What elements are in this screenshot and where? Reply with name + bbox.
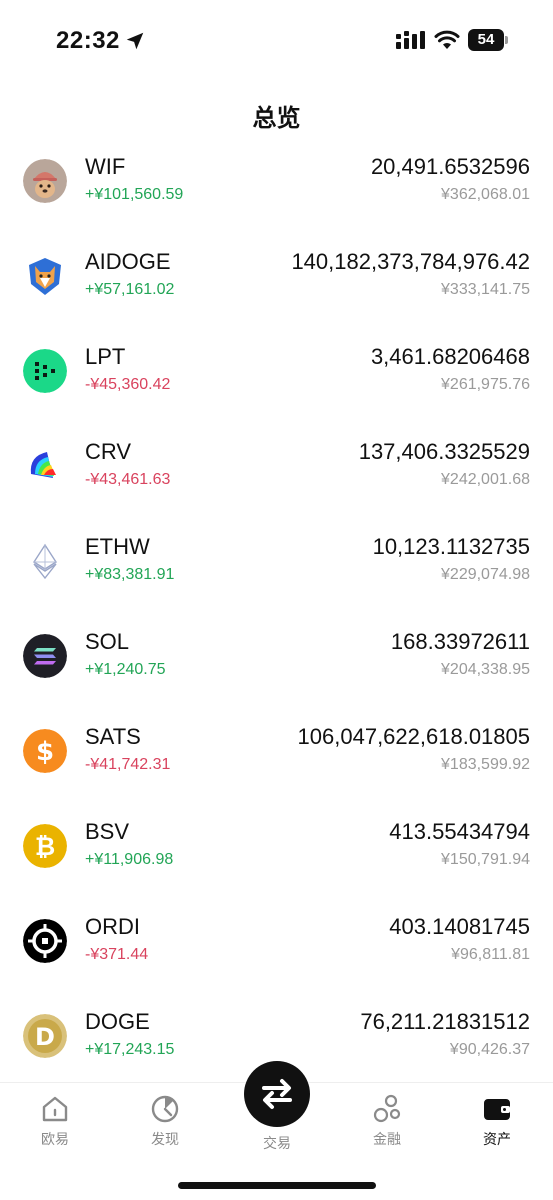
asset-amount: 168.33972611 <box>390 629 530 654</box>
ordi-icon <box>23 919 67 963</box>
asset-pnl: +¥83,381.91 <box>85 566 175 583</box>
asset-value: ¥204,338.95 <box>441 661 530 678</box>
lpt-livepeer-icon <box>23 349 67 393</box>
svg-text:D: D <box>35 1023 55 1051</box>
asset-symbol: ETHW <box>85 534 150 559</box>
location-arrow-icon <box>126 32 144 50</box>
status-time: 22:32 <box>56 27 120 54</box>
tab-discover[interactable]: 发现 <box>125 1093 205 1149</box>
asset-value: ¥90,426.37 <box>449 1041 530 1058</box>
asset-pnl: -¥45,360.42 <box>85 376 171 393</box>
asset-row-crv[interactable]: CRV -¥43,461.63 137,406.3325529 ¥242,001… <box>0 425 553 520</box>
asset-value: ¥183,599.92 <box>441 756 530 773</box>
swap-arrows-icon <box>262 1079 292 1109</box>
asset-pnl: +¥1,240.75 <box>85 661 166 678</box>
page-title: 总览 <box>252 105 301 132</box>
asset-symbol: WIF <box>85 154 126 179</box>
asset-amount: 10,123.1132735 <box>372 534 530 559</box>
asset-symbol: DOGE <box>85 1009 150 1034</box>
asset-value: ¥362,068.01 <box>441 186 530 203</box>
asset-symbol: AIDOGE <box>85 249 171 274</box>
asset-value: ¥242,001.68 <box>441 471 530 488</box>
status-bar: 22:32 54 <box>0 0 553 80</box>
asset-pnl: -¥41,742.31 <box>85 756 171 773</box>
svg-text:$: $ <box>36 737 54 767</box>
asset-amount: 3,461.68206468 <box>370 344 530 369</box>
asset-amount: 137,406.3325529 <box>358 439 530 464</box>
discover-icon <box>151 1095 179 1123</box>
asset-amount: 76,211.21831512 <box>360 1009 530 1034</box>
finance-bubbles-icon <box>373 1094 401 1123</box>
doge-icon: D <box>23 1014 67 1058</box>
asset-symbol: BSV <box>85 819 130 844</box>
sol-solana-icon <box>23 634 67 678</box>
asset-symbol: SOL <box>85 629 130 654</box>
asset-symbol: CRV <box>85 439 132 464</box>
asset-pnl: +¥11,906.98 <box>85 851 174 868</box>
tab-label: 欧易 <box>41 1131 69 1147</box>
asset-amount: 413.55434794 <box>389 819 530 844</box>
asset-row-sats[interactable]: $ SATS -¥41,742.31 106,047,622,618.01805… <box>0 710 553 805</box>
asset-row-bsv[interactable]: ₿ BSV +¥11,906.98 413.55434794 ¥150,791.… <box>0 805 553 900</box>
asset-value: ¥261,975.76 <box>441 376 530 393</box>
tab-label: 金融 <box>373 1131 401 1147</box>
sats-dollar-icon: $ <box>23 729 67 773</box>
asset-pnl: +¥17,243.15 <box>85 1041 175 1058</box>
bsv-bitcoin-icon: ₿ <box>23 824 67 868</box>
wallet-icon <box>484 1099 510 1120</box>
tab-assets[interactable]: 资产 <box>457 1093 537 1149</box>
aidoge-shiba-icon <box>23 254 67 298</box>
battery-icon: 54 <box>468 29 508 51</box>
cellular-signal-icon <box>396 31 425 49</box>
asset-row-lpt[interactable]: LPT -¥45,360.42 3,461.68206468 ¥261,975.… <box>0 330 553 425</box>
home-indicator <box>178 1182 376 1189</box>
asset-row-wif[interactable]: WIF +¥101,560.59 20,491.6532596 ¥362,068… <box>0 140 553 235</box>
tab-label: 资产 <box>483 1131 511 1147</box>
svg-text:₿: ₿ <box>35 832 55 861</box>
asset-amount: 106,047,622,618.01805 <box>297 724 530 749</box>
asset-pnl: -¥43,461.63 <box>85 471 171 488</box>
tab-label: 发现 <box>151 1131 179 1147</box>
asset-amount: 403.14081745 <box>389 914 530 939</box>
ethw-diamond-icon <box>23 539 67 583</box>
wif-dog-icon <box>23 159 67 203</box>
asset-symbol: LPT <box>85 344 126 369</box>
asset-symbol: SATS <box>85 724 141 749</box>
wifi-icon <box>434 30 460 49</box>
asset-list: WIF +¥101,560.59 20,491.6532596 ¥362,068… <box>0 140 553 1090</box>
asset-pnl: +¥101,560.59 <box>85 186 184 203</box>
tab-finance[interactable]: 金融 <box>347 1093 427 1149</box>
asset-amount: 140,182,373,784,976.42 <box>291 249 530 274</box>
battery-level: 54 <box>477 31 495 48</box>
asset-row-ethw[interactable]: ETHW +¥83,381.91 10,123.1132735 ¥229,074… <box>0 520 553 615</box>
trade-button[interactable] <box>244 1061 310 1127</box>
asset-value: ¥333,141.75 <box>441 281 530 298</box>
bottom-tab-bar: 欧易 发现 交易 金融 资产 <box>0 1061 553 1200</box>
asset-pnl: -¥371.44 <box>85 946 149 963</box>
asset-row-ordi[interactable]: ORDI -¥371.44 403.14081745 ¥96,811.81 <box>0 900 553 995</box>
asset-value: ¥229,074.98 <box>441 566 530 583</box>
asset-row-aidoge[interactable]: AIDOGE +¥57,161.02 140,182,373,784,976.4… <box>0 235 553 330</box>
asset-value: ¥150,791.94 <box>441 851 530 868</box>
tab-okx-home[interactable]: 欧易 <box>15 1093 95 1149</box>
tab-label-trade[interactable]: 交易 <box>237 1133 317 1153</box>
asset-value: ¥96,811.81 <box>451 946 530 963</box>
asset-symbol: ORDI <box>85 914 140 939</box>
asset-pnl: +¥57,161.02 <box>85 281 175 298</box>
crv-curve-icon <box>23 444 67 488</box>
asset-amount: 20,491.6532596 <box>370 154 530 179</box>
asset-row-sol[interactable]: SOL +¥1,240.75 168.33972611 ¥204,338.95 <box>0 615 553 710</box>
home-icon <box>42 1096 68 1122</box>
